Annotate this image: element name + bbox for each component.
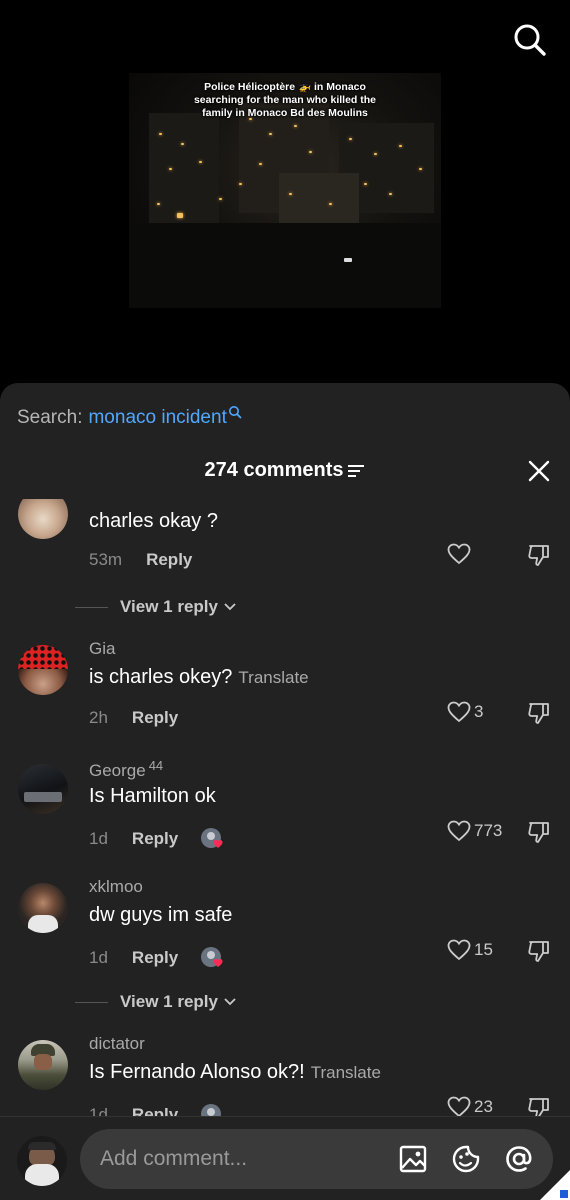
corner-indicator-icon (540, 1170, 570, 1200)
heart-icon (447, 820, 471, 842)
like-count: 3 (474, 702, 484, 721)
video-caption: Police Hélicoptère 🚁 in Monaco searching… (193, 81, 377, 119)
close-icon[interactable] (528, 460, 550, 482)
comment-meta: 1d Reply (89, 946, 226, 970)
comment-username[interactable]: Gia (89, 639, 115, 659)
comments-list[interactable]: charles okay ? 53m Reply View 1 reply Gi… (0, 499, 570, 1117)
creator-avatar-icon (201, 1104, 223, 1117)
avatar[interactable] (18, 499, 68, 539)
comment-text: Is Fernando Alonso ok?! Translate (89, 1061, 381, 1083)
comment-time: 1d (89, 829, 108, 848)
search-query-link[interactable]: monaco incident (88, 407, 226, 429)
image-icon[interactable] (398, 1144, 428, 1174)
translate-button[interactable]: Translate (311, 1063, 381, 1082)
chevron-down-icon (224, 603, 236, 611)
comments-header: 274 comments (0, 459, 570, 482)
avatar[interactable] (18, 883, 68, 933)
emoji-sticker-icon[interactable] (451, 1144, 481, 1174)
comment-username[interactable]: dictator (89, 1034, 145, 1054)
avatar[interactable] (18, 1040, 68, 1090)
search-icon[interactable] (512, 22, 548, 58)
dislike-icon[interactable] (527, 543, 551, 567)
like-button[interactable]: 773 (447, 820, 502, 842)
view-replies-button[interactable]: View 1 reply (75, 992, 236, 1012)
heart-icon (447, 939, 471, 961)
mention-icon[interactable] (504, 1144, 534, 1174)
comments-count: 274 comments (204, 459, 344, 481)
comment-meta: 53m Reply (89, 550, 192, 570)
heart-icon (447, 543, 471, 565)
comment-meta: 1d Reply (89, 827, 226, 851)
dislike-icon[interactable] (527, 820, 551, 844)
like-count: 15 (474, 940, 493, 959)
video-thumbnail[interactable]: Police Hélicoptère 🚁 in Monaco searching… (129, 73, 441, 308)
dislike-icon[interactable] (527, 1096, 551, 1117)
dislike-icon[interactable] (527, 701, 551, 725)
comment-input[interactable]: Add comment... (80, 1129, 553, 1189)
like-button[interactable]: 23 (447, 1096, 493, 1117)
reply-button[interactable]: Reply (132, 708, 178, 728)
dislike-icon[interactable] (527, 939, 551, 963)
comment-meta: 1d Reply (89, 1103, 226, 1117)
like-button[interactable]: 15 (447, 939, 493, 961)
comment-text: charles okay ? (89, 510, 218, 532)
creator-liked-badge (200, 827, 226, 851)
like-count: 23 (474, 1097, 493, 1116)
search-label: Search: (17, 407, 83, 428)
comment-text: Is Hamilton ok (89, 785, 216, 807)
related-search[interactable]: Search: monaco incident (17, 406, 242, 429)
username-badge: 44 (148, 758, 164, 773)
creator-liked-badge (200, 1103, 226, 1117)
creator-avatar-icon (201, 828, 223, 848)
comment-input-bar: Add comment... (0, 1116, 570, 1200)
translate-button[interactable]: Translate (238, 668, 308, 687)
like-button[interactable] (447, 543, 474, 565)
comment-username[interactable]: George 44 (89, 758, 163, 781)
like-button[interactable]: 3 (447, 701, 483, 723)
reply-button[interactable]: Reply (146, 550, 192, 570)
like-count: 773 (474, 821, 503, 840)
avatar[interactable] (18, 645, 68, 695)
comment-time: 53m (89, 550, 123, 569)
reply-button[interactable]: Reply (132, 829, 178, 849)
chevron-down-icon (224, 998, 236, 1006)
heart-icon (447, 1096, 471, 1117)
comment-text: dw guys im safe (89, 904, 233, 926)
comment-meta: 2h Reply (89, 708, 178, 728)
comment-text: is charles okey? Translate (89, 666, 309, 688)
heart-icon (447, 701, 471, 723)
avatar[interactable] (17, 1136, 67, 1186)
sort-icon[interactable] (347, 464, 365, 478)
comment-time: 2h (89, 708, 108, 727)
avatar[interactable] (18, 764, 68, 814)
creator-avatar-icon (201, 947, 223, 967)
reply-button[interactable]: Reply (132, 948, 178, 968)
comment-time: 1d (89, 948, 108, 967)
comment-username[interactable]: xklmoo (89, 877, 143, 897)
search-icon (228, 406, 242, 419)
comments-sheet: Search: monaco incident 274 comments cha… (0, 383, 570, 1200)
creator-liked-badge (200, 946, 226, 970)
comment-input-placeholder: Add comment... (100, 1147, 248, 1170)
view-replies-button[interactable]: View 1 reply (75, 597, 236, 617)
video-player[interactable]: Police Hélicoptère 🚁 in Monaco searching… (0, 0, 570, 400)
